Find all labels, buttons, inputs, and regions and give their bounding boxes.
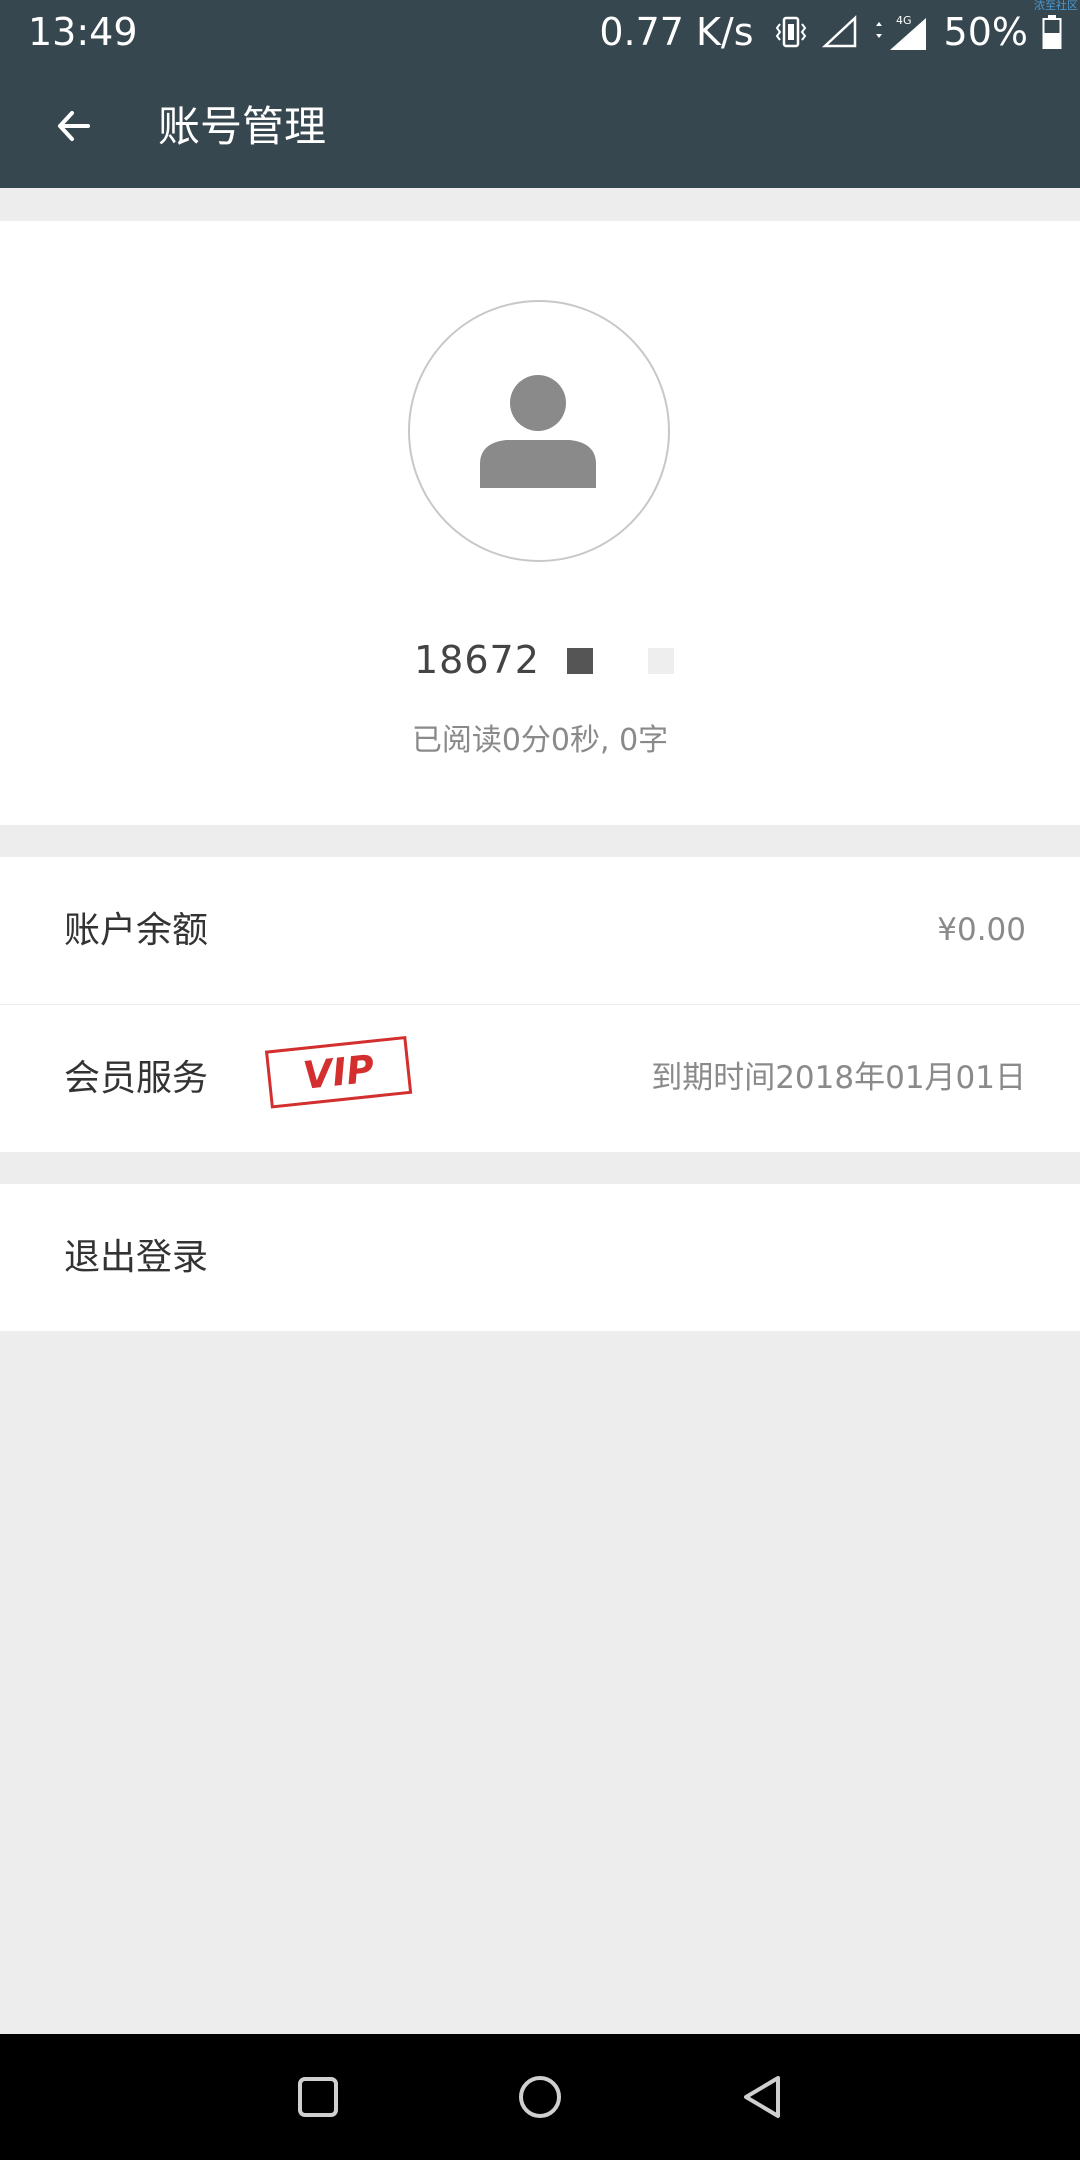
arrow-left-icon [58,111,90,141]
system-back-button[interactable] [729,2064,795,2130]
navigation-bar [0,2034,1080,2160]
status-time: 13:49 [28,10,138,54]
phone-number: 18672 [414,638,540,682]
logout-label: 退出登录 [64,1237,209,1278]
recent-apps-button[interactable] [285,2064,351,2130]
corner-watermark: 浓至社区 [1034,0,1078,12]
logout-group: 退出登录 [0,1184,1080,1331]
reading-stats: 已阅读0分0秒, 0字 [411,723,669,758]
vip-badge: VIP [264,1035,417,1117]
balance-item[interactable]: 账户余额 ¥0.00 [0,857,1080,1004]
account-management-screen: 13:49 0.77 K/s 4G 50% 浓至社区 账号管理 18672 已阅… [0,0,1080,2160]
back-button[interactable] [44,96,104,156]
signal-4g-icon: 4G [872,12,930,52]
membership-label: 会员服务 [64,1058,209,1099]
balance-value: ¥0.00 [937,912,1026,948]
redaction-block [567,648,593,674]
membership-item[interactable]: 会员服务 VIP 到期时间2018年01月01日 [0,1004,1080,1152]
network-type-label: 4G [896,14,912,27]
app-bar: 账号管理 [0,64,1080,188]
avatar[interactable] [408,300,670,562]
recent-apps-icon [298,2077,338,2117]
home-icon [519,2076,561,2118]
signal-empty-icon [821,15,858,49]
home-button[interactable] [507,2064,573,2130]
vip-badge-text: VIP [300,1046,377,1098]
back-triangle-icon [744,2076,780,2118]
account-settings-group: 账户余额 ¥0.00 会员服务 VIP 到期时间2018年01月01日 [0,857,1080,1152]
vibrate-icon [774,15,808,49]
membership-expiry: 到期时间2018年01月01日 [651,1060,1026,1096]
balance-label: 账户余额 [64,910,209,951]
redaction-block [648,648,674,674]
status-bar: 13:49 0.77 K/s 4G 50% 浓至社区 [0,0,1080,64]
logout-button[interactable]: 退出登录 [0,1184,1080,1331]
battery-icon [1042,14,1062,50]
battery-percent: 50% [943,10,1028,54]
network-speed: 0.77 K/s [599,10,754,54]
profile-card: 18672 已阅读0分0秒, 0字 [0,221,1080,825]
status-indicators: 0.77 K/s 4G 50% [599,10,1062,54]
person-icon [480,375,596,488]
page-title: 账号管理 [158,102,327,151]
user-id-row: 18672 [0,631,1080,691]
